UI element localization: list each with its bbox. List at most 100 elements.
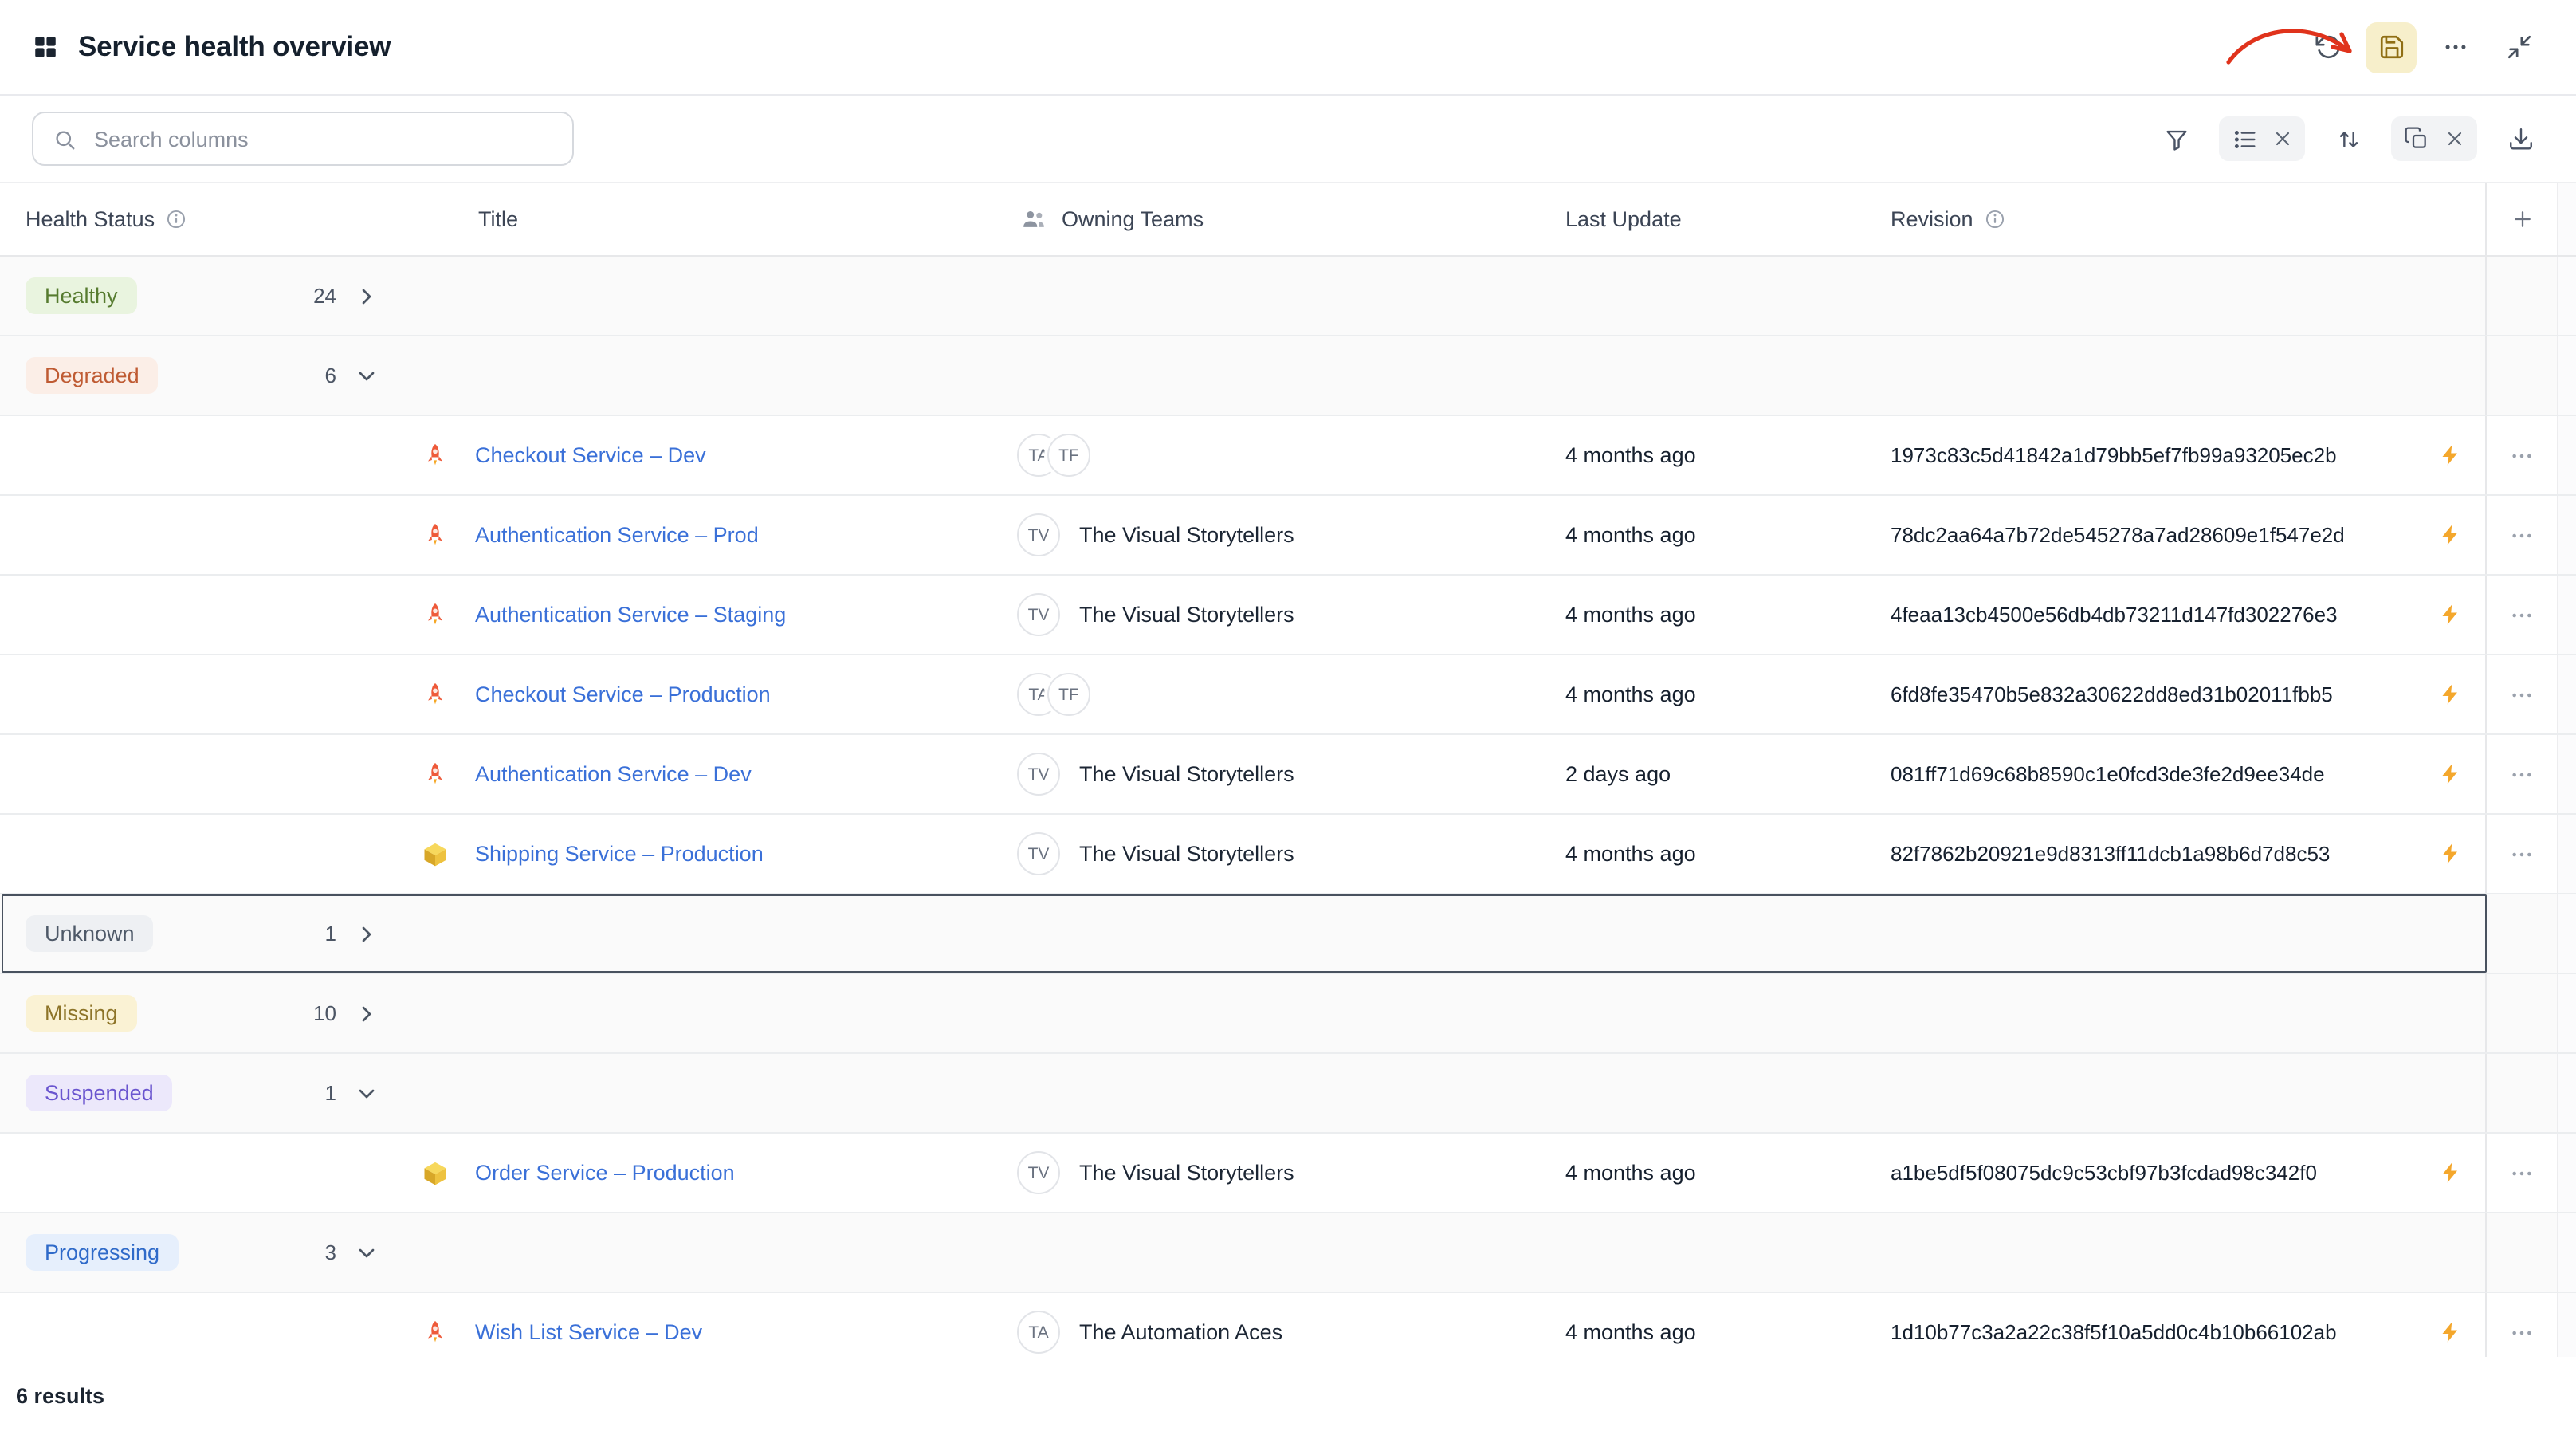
row-menu-button[interactable]	[2509, 841, 2535, 867]
group-row[interactable]: Unknown 1	[0, 894, 2576, 974]
scrollbar-gutter	[2557, 735, 2576, 813]
row-menu-button[interactable]	[2509, 761, 2535, 787]
table-row[interactable]: Checkout Service – Production TATF 4 mon…	[0, 655, 2576, 735]
group-count: 1	[325, 922, 336, 946]
revision-hash: 4feaa13cb4500e56db4db73211d147fd302276e3	[1891, 603, 2338, 627]
scrollbar-gutter	[2557, 1054, 2576, 1132]
group-by-chip[interactable]	[2219, 116, 2305, 161]
chevron-down-icon[interactable]	[354, 1080, 379, 1106]
list-icon[interactable]	[2224, 118, 2265, 159]
chevron-right-icon[interactable]	[354, 283, 379, 309]
group-row[interactable]: Missing 10	[0, 974, 2576, 1054]
group-row[interactable]: Degraded 6	[0, 336, 2576, 416]
last-update: 4 months ago	[1565, 443, 1696, 467]
rocket-icon	[421, 760, 450, 788]
info-icon[interactable]	[166, 209, 187, 230]
search-input[interactable]	[91, 125, 553, 152]
lightning-bolt-button[interactable]	[2439, 443, 2463, 467]
search-box[interactable]	[32, 112, 574, 166]
group-row[interactable]: Suspended 1	[0, 1054, 2576, 1134]
team-avatar[interactable]: TV	[1017, 593, 1060, 636]
row-menu-button[interactable]	[2509, 1319, 2535, 1345]
download-button[interactable]	[2496, 115, 2544, 163]
rocket-icon	[421, 441, 450, 470]
undo-button[interactable]	[2302, 22, 2353, 73]
page-title: Service health overview	[78, 30, 391, 64]
scrollbar-gutter	[2557, 974, 2576, 1052]
team-avatar[interactable]: TV	[1017, 513, 1060, 556]
package-icon	[421, 839, 450, 868]
chevron-down-icon[interactable]	[354, 363, 379, 388]
scrollbar-gutter	[2557, 815, 2576, 893]
service-title-link[interactable]: Shipping Service – Production	[475, 842, 764, 866]
row-menu-button[interactable]	[2509, 522, 2535, 548]
team-avatars: TA	[1017, 1311, 1060, 1354]
scrollbar-gutter	[2557, 576, 2576, 654]
save-button[interactable]	[2366, 22, 2417, 73]
close-icon[interactable]	[2265, 118, 2300, 159]
service-title-link[interactable]: Checkout Service – Dev	[475, 443, 706, 467]
lightning-bolt-button[interactable]	[2439, 1320, 2463, 1344]
scrollbar-gutter	[2557, 655, 2576, 733]
service-title-link[interactable]: Authentication Service – Staging	[475, 603, 786, 627]
rocket-icon	[421, 521, 450, 549]
rocket-icon	[421, 680, 450, 709]
sort-button[interactable]	[2324, 115, 2372, 163]
last-update: 4 months ago	[1565, 603, 1696, 627]
lightning-bolt-button[interactable]	[2439, 682, 2463, 706]
lightning-bolt-button[interactable]	[2439, 762, 2463, 786]
row-menu-button[interactable]	[2509, 602, 2535, 627]
team-avatar[interactable]: TV	[1017, 753, 1060, 796]
group-count: 24	[313, 284, 336, 308]
close-icon[interactable]	[2437, 118, 2472, 159]
lightning-bolt-button[interactable]	[2439, 1161, 2463, 1185]
revision-hash: 081ff71d69c68b8590c1e0fcd3de3fe2d9ee34de	[1891, 762, 2325, 786]
table-row[interactable]: Wish List Service – Dev TA The Automatio…	[0, 1293, 2576, 1357]
team-avatar[interactable]: TV	[1017, 832, 1060, 875]
lightning-bolt-button[interactable]	[2439, 842, 2463, 866]
group-row[interactable]: Progressing 3	[0, 1213, 2576, 1293]
more-button[interactable]	[2429, 22, 2480, 73]
table-row[interactable]: Order Service – Production TV The Visual…	[0, 1134, 2576, 1213]
team-avatars: TATF	[1017, 673, 1090, 716]
collapse-button[interactable]	[2493, 22, 2544, 73]
lightning-bolt-button[interactable]	[2439, 523, 2463, 547]
chevron-right-icon[interactable]	[354, 921, 379, 946]
table-row[interactable]: Authentication Service – Dev TV The Visu…	[0, 735, 2576, 815]
info-icon[interactable]	[1985, 209, 2005, 230]
scrollbar-gutter	[2557, 336, 2576, 415]
chevron-right-icon[interactable]	[354, 1001, 379, 1026]
team-avatar[interactable]: TF	[1047, 673, 1090, 716]
cards-icon[interactable]	[2396, 118, 2437, 159]
status-badge: Missing	[26, 995, 137, 1032]
chevron-down-icon[interactable]	[354, 1240, 379, 1265]
team-avatar[interactable]: TF	[1047, 434, 1090, 477]
table-header: Health Status Title Owning Teams Last Up…	[0, 182, 2576, 257]
service-title-link[interactable]: Authentication Service – Prod	[475, 523, 759, 547]
service-title-link[interactable]: Order Service – Production	[475, 1161, 735, 1185]
row-menu-button[interactable]	[2509, 1160, 2535, 1185]
team-label: The Automation Aces	[1079, 1320, 1282, 1344]
group-row[interactable]: Healthy 24	[0, 257, 2576, 336]
add-column-button[interactable]	[2510, 207, 2534, 231]
lightning-bolt-button[interactable]	[2439, 603, 2463, 627]
team-avatar[interactable]: TA	[1017, 1311, 1060, 1354]
table-row[interactable]: Checkout Service – Dev TATF 4 months ago…	[0, 416, 2576, 496]
row-menu-button[interactable]	[2509, 682, 2535, 707]
results-footer: 6 results	[0, 1357, 2576, 1435]
table-row[interactable]: Authentication Service – Staging TV The …	[0, 576, 2576, 655]
column-last-update: Last Update	[1565, 207, 1682, 231]
cards-chip[interactable]	[2391, 116, 2477, 161]
row-menu-button[interactable]	[2509, 442, 2535, 468]
service-title-link[interactable]: Authentication Service – Dev	[475, 762, 752, 786]
team-avatar[interactable]: TV	[1017, 1151, 1060, 1194]
status-badge: Healthy	[26, 277, 137, 315]
team-label: The Visual Storytellers	[1079, 1161, 1294, 1185]
service-title-link[interactable]: Checkout Service – Production	[475, 682, 771, 706]
table-row[interactable]: Shipping Service – Production TV The Vis…	[0, 815, 2576, 894]
status-badge: Suspended	[26, 1075, 173, 1112]
service-title-link[interactable]: Wish List Service – Dev	[475, 1320, 702, 1344]
table-row[interactable]: Authentication Service – Prod TV The Vis…	[0, 496, 2576, 576]
column-title: Title	[478, 207, 518, 231]
filter-button[interactable]	[2152, 115, 2200, 163]
